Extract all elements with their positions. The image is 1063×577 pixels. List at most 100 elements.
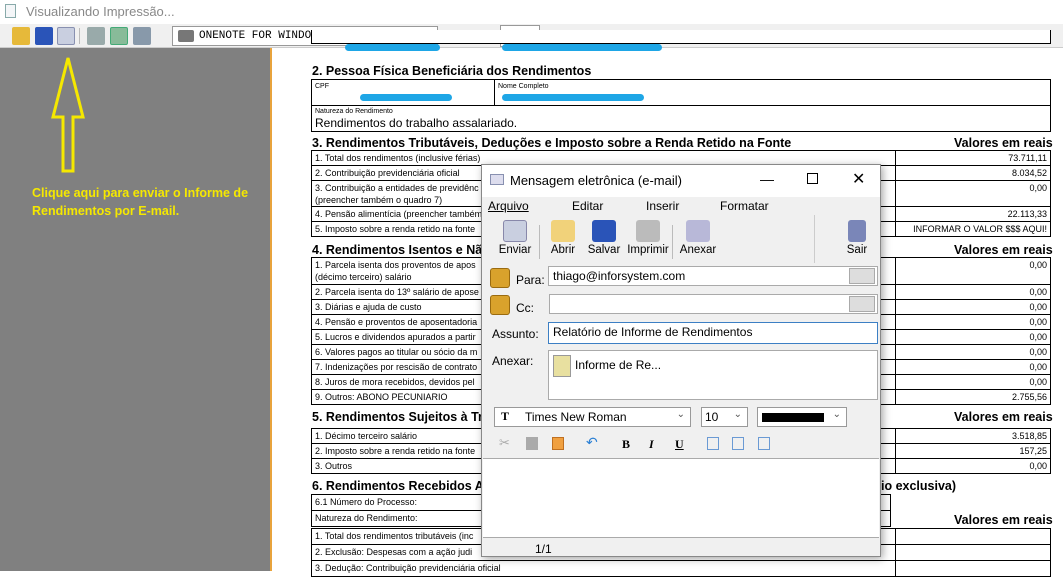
- binoculars-icon[interactable]: [849, 268, 875, 284]
- attachment-file-icon: [553, 355, 571, 377]
- redaction: [502, 44, 662, 51]
- imprimir-button[interactable]: Imprimir: [623, 217, 673, 262]
- menu-inserir[interactable]: Inserir: [646, 199, 679, 213]
- window-title: Visualizando Impressão...: [26, 4, 175, 19]
- attachment-name[interactable]: Informe de Re...: [575, 358, 661, 372]
- menu-arquivo[interactable]: Arquivo: [488, 199, 529, 213]
- row-label-text: 1. Total dos rendimentos (inclusive féri…: [315, 153, 481, 163]
- size-select[interactable]: 10 ⌄: [701, 407, 748, 427]
- valores-label: Valores em reais: [954, 410, 1053, 424]
- redaction: [345, 44, 440, 51]
- align-left-icon[interactable]: [707, 437, 719, 450]
- section-5-title: 5. Rendimentos Sujeitos à Tri: [312, 410, 487, 424]
- document-icon: [5, 4, 16, 18]
- attachments-box[interactable]: Informe de Re...: [548, 350, 878, 400]
- section-6-title-end: io exclusiva): [881, 479, 957, 493]
- para-value: thiago@inforsystem.com: [553, 269, 686, 283]
- row-value: 0,00: [895, 359, 1051, 375]
- natureza-label: Natureza do Rendimento: [315, 108, 393, 115]
- cut-icon[interactable]: ✂: [499, 435, 510, 451]
- folder-icon: [551, 220, 575, 242]
- cpf-label: CPF: [315, 83, 329, 90]
- section-4-title: 4. Rendimentos Isentos e Nãc: [312, 243, 490, 257]
- row-label: 3. Dedução: Contribuição previdenciária …: [311, 560, 896, 577]
- dialog-title: Mensagem eletrônica (e-mail): [510, 173, 682, 188]
- chevron-down-icon: ⌄: [676, 409, 685, 420]
- send-icon: [503, 220, 527, 242]
- cc-input[interactable]: [549, 294, 878, 314]
- valores-label: Valores em reais: [954, 136, 1053, 150]
- row-value: 2.755,56: [895, 389, 1051, 405]
- row-value: 22.113,33: [895, 206, 1051, 222]
- exit-door-icon: [848, 220, 866, 242]
- menu-editar[interactable]: Editar: [572, 199, 603, 213]
- binoculars-icon[interactable]: [849, 296, 875, 312]
- font-icon: T: [501, 409, 510, 423]
- message-body[interactable]: [483, 458, 879, 538]
- font-size: 10: [705, 410, 719, 424]
- chevron-down-icon: ⌄: [733, 409, 742, 420]
- cc-label: Cc:: [516, 301, 534, 315]
- salvar-button[interactable]: Salvar: [579, 217, 629, 262]
- row-value: 0,00: [895, 314, 1051, 330]
- row-value: 8.034,52: [895, 165, 1051, 181]
- nome-label: Nome Completo: [498, 83, 549, 90]
- window-title-bar: Visualizando Impressão...: [0, 0, 1063, 24]
- row-value: [895, 528, 1051, 545]
- font-select[interactable]: T Times New Roman ⌄: [494, 407, 691, 427]
- underline-button[interactable]: U: [675, 437, 684, 452]
- row-value: 0,00: [895, 374, 1051, 390]
- align-center-icon[interactable]: [732, 437, 744, 450]
- row-value: 0,00: [895, 257, 1051, 285]
- paste-icon[interactable]: [552, 437, 564, 450]
- section-2-title: 2. Pessoa Física Beneficiária dos Rendim…: [312, 64, 592, 78]
- row-value: 0,00: [895, 344, 1051, 360]
- print-setup-icon[interactable]: [133, 27, 151, 45]
- print-icon[interactable]: [87, 27, 105, 45]
- maximize-button[interactable]: [807, 173, 818, 184]
- page-edge: [270, 48, 272, 571]
- section-3-title: 3. Rendimentos Tributáveis, Deduções e I…: [312, 136, 792, 150]
- hint-text: Clique aqui para enviar o Informe de Ren…: [32, 186, 249, 218]
- row-value: 0,00: [895, 180, 1051, 207]
- save-icon[interactable]: [35, 27, 53, 45]
- color-swatch: [762, 413, 824, 422]
- cpf-cell: CPF: [311, 79, 495, 106]
- close-button[interactable]: ✕: [852, 169, 865, 188]
- redaction: [502, 94, 644, 101]
- email-icon[interactable]: [57, 27, 75, 45]
- row-value: 157,25: [895, 443, 1051, 459]
- color-select[interactable]: ⌄: [757, 407, 847, 427]
- sair-button[interactable]: Sair: [832, 217, 882, 262]
- arrow-up-icon: [51, 57, 85, 173]
- nome-cell: Nome Completo: [494, 79, 1051, 106]
- natureza-value: Rendimentos do trabalho assalariado.: [315, 116, 518, 130]
- enviar-button[interactable]: Enviar: [490, 217, 540, 262]
- italic-button[interactable]: I: [649, 437, 654, 452]
- bold-button[interactable]: B: [622, 437, 630, 452]
- preview-margin: [0, 48, 271, 571]
- align-right-icon[interactable]: [758, 437, 770, 450]
- natureza-cell: Natureza do Rendimento Rendimentos do tra…: [311, 105, 1051, 132]
- row-value: [895, 560, 1051, 577]
- section-6-title: 6. Rendimentos Recebidos Ac: [312, 479, 491, 493]
- minimize-button[interactable]: —: [760, 171, 774, 187]
- anexar-button[interactable]: Anexar: [673, 217, 723, 262]
- open-icon[interactable]: [12, 27, 30, 45]
- address-book-icon[interactable]: [490, 268, 510, 288]
- copy-icon[interactable]: [526, 437, 538, 450]
- button-label: Abrir: [550, 244, 576, 256]
- button-label: Anexar: [679, 244, 717, 256]
- assunto-label: Assunto:: [492, 327, 539, 341]
- assunto-input[interactable]: Relatório de Informe de Rendimentos: [548, 322, 878, 344]
- undo-icon[interactable]: ↶: [586, 434, 598, 451]
- row-label-text: 3. Dedução: Contribuição previdenciária …: [315, 563, 501, 573]
- valores-label: Valores em reais: [954, 513, 1053, 527]
- para-input[interactable]: thiago@inforsystem.com: [548, 266, 878, 286]
- row-value: 0,00: [895, 284, 1051, 300]
- export-icon[interactable]: [110, 27, 128, 45]
- menu-formatar[interactable]: Formatar: [720, 199, 769, 213]
- address-book-icon[interactable]: [490, 295, 510, 315]
- envelope-icon: [490, 174, 504, 185]
- printer-icon: [178, 30, 194, 42]
